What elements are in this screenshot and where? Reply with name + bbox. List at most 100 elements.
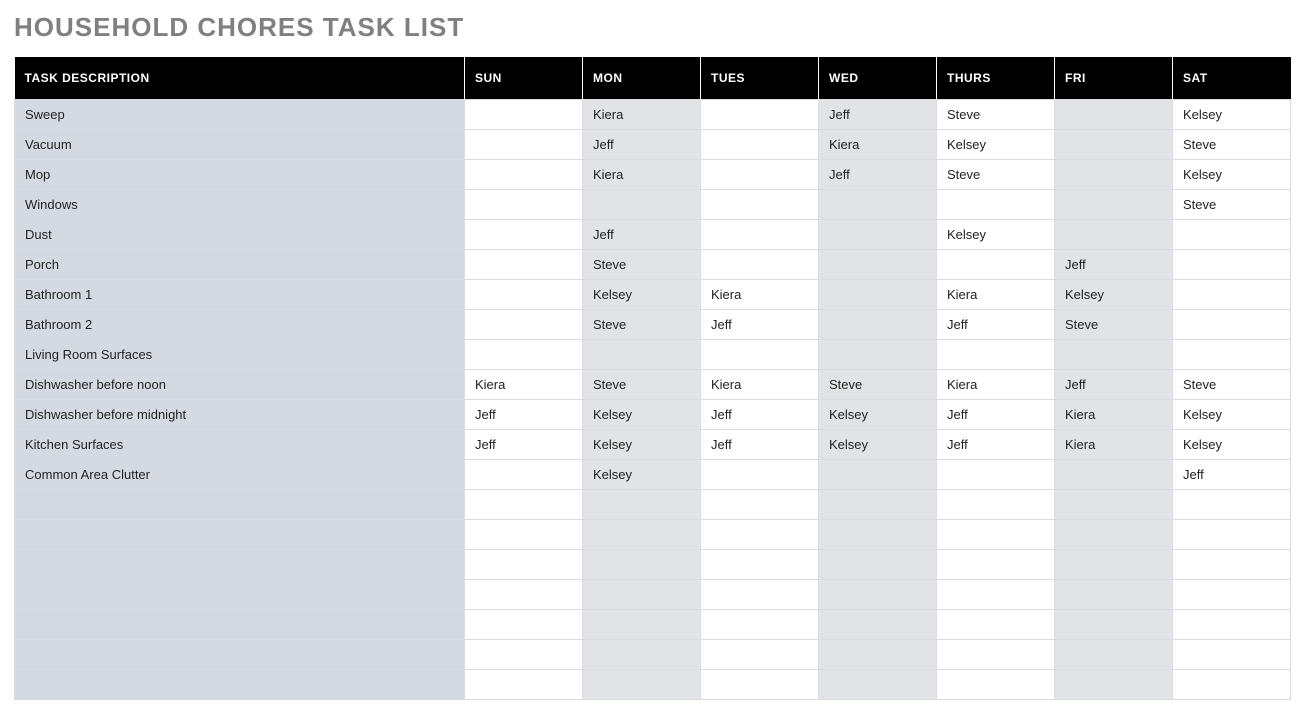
task-description-cell[interactable]: Mop bbox=[15, 160, 465, 190]
task-description-cell[interactable]: Bathroom 2 bbox=[15, 310, 465, 340]
assignment-cell[interactable]: Jeff bbox=[1173, 460, 1291, 490]
assignment-cell[interactable]: Steve bbox=[583, 310, 701, 340]
assignment-cell[interactable]: Kelsey bbox=[1173, 400, 1291, 430]
assignment-cell[interactable] bbox=[1173, 580, 1291, 610]
assignment-cell[interactable] bbox=[583, 610, 701, 640]
assignment-cell[interactable]: Kelsey bbox=[937, 130, 1055, 160]
assignment-cell[interactable] bbox=[1173, 610, 1291, 640]
assignment-cell[interactable]: Jeff bbox=[701, 430, 819, 460]
assignment-cell[interactable] bbox=[701, 100, 819, 130]
assignment-cell[interactable] bbox=[1055, 160, 1173, 190]
assignment-cell[interactable]: Kelsey bbox=[583, 430, 701, 460]
assignment-cell[interactable]: Kiera bbox=[1055, 400, 1173, 430]
assignment-cell[interactable] bbox=[465, 250, 583, 280]
assignment-cell[interactable] bbox=[819, 550, 937, 580]
assignment-cell[interactable] bbox=[1055, 130, 1173, 160]
assignment-cell[interactable]: Steve bbox=[819, 370, 937, 400]
assignment-cell[interactable]: Steve bbox=[583, 370, 701, 400]
assignment-cell[interactable]: Jeff bbox=[583, 220, 701, 250]
assignment-cell[interactable] bbox=[583, 190, 701, 220]
assignment-cell[interactable]: Jeff bbox=[701, 310, 819, 340]
assignment-cell[interactable] bbox=[701, 460, 819, 490]
assignment-cell[interactable] bbox=[583, 340, 701, 370]
task-description-cell[interactable] bbox=[15, 550, 465, 580]
task-description-cell[interactable]: Living Room Surfaces bbox=[15, 340, 465, 370]
assignment-cell[interactable]: Kelsey bbox=[1173, 100, 1291, 130]
assignment-cell[interactable] bbox=[1173, 250, 1291, 280]
assignment-cell[interactable]: Kiera bbox=[1055, 430, 1173, 460]
assignment-cell[interactable] bbox=[701, 670, 819, 700]
assignment-cell[interactable]: Steve bbox=[1173, 130, 1291, 160]
assignment-cell[interactable] bbox=[937, 670, 1055, 700]
assignment-cell[interactable]: Kiera bbox=[583, 160, 701, 190]
assignment-cell[interactable] bbox=[465, 160, 583, 190]
assignment-cell[interactable] bbox=[701, 340, 819, 370]
assignment-cell[interactable] bbox=[1055, 220, 1173, 250]
assignment-cell[interactable] bbox=[937, 190, 1055, 220]
assignment-cell[interactable] bbox=[465, 220, 583, 250]
assignment-cell[interactable] bbox=[701, 610, 819, 640]
assignment-cell[interactable]: Jeff bbox=[583, 130, 701, 160]
task-description-cell[interactable]: Sweep bbox=[15, 100, 465, 130]
task-description-cell[interactable]: Kitchen Surfaces bbox=[15, 430, 465, 460]
assignment-cell[interactable]: Kelsey bbox=[583, 460, 701, 490]
assignment-cell[interactable] bbox=[465, 460, 583, 490]
assignment-cell[interactable] bbox=[465, 280, 583, 310]
assignment-cell[interactable]: Kiera bbox=[701, 370, 819, 400]
assignment-cell[interactable]: Jeff bbox=[1055, 370, 1173, 400]
assignment-cell[interactable] bbox=[465, 520, 583, 550]
assignment-cell[interactable] bbox=[1055, 640, 1173, 670]
assignment-cell[interactable] bbox=[701, 130, 819, 160]
task-description-cell[interactable]: Windows bbox=[15, 190, 465, 220]
assignment-cell[interactable] bbox=[937, 580, 1055, 610]
assignment-cell[interactable] bbox=[819, 460, 937, 490]
assignment-cell[interactable]: Kiera bbox=[819, 130, 937, 160]
task-description-cell[interactable]: Common Area Clutter bbox=[15, 460, 465, 490]
assignment-cell[interactable] bbox=[465, 580, 583, 610]
assignment-cell[interactable]: Jeff bbox=[465, 400, 583, 430]
task-description-cell[interactable]: Bathroom 1 bbox=[15, 280, 465, 310]
assignment-cell[interactable] bbox=[1173, 220, 1291, 250]
assignment-cell[interactable] bbox=[937, 460, 1055, 490]
assignment-cell[interactable] bbox=[937, 610, 1055, 640]
assignment-cell[interactable] bbox=[1055, 550, 1173, 580]
task-description-cell[interactable]: Porch bbox=[15, 250, 465, 280]
assignment-cell[interactable]: Jeff bbox=[701, 400, 819, 430]
assignment-cell[interactable]: Kiera bbox=[465, 370, 583, 400]
assignment-cell[interactable] bbox=[1173, 280, 1291, 310]
assignment-cell[interactable] bbox=[1055, 610, 1173, 640]
assignment-cell[interactable] bbox=[819, 580, 937, 610]
assignment-cell[interactable] bbox=[937, 640, 1055, 670]
assignment-cell[interactable] bbox=[819, 340, 937, 370]
assignment-cell[interactable]: Kelsey bbox=[819, 400, 937, 430]
assignment-cell[interactable] bbox=[1173, 340, 1291, 370]
assignment-cell[interactable] bbox=[465, 310, 583, 340]
assignment-cell[interactable] bbox=[819, 520, 937, 550]
assignment-cell[interactable] bbox=[819, 610, 937, 640]
task-description-cell[interactable]: Dishwasher before midnight bbox=[15, 400, 465, 430]
assignment-cell[interactable] bbox=[1173, 310, 1291, 340]
assignment-cell[interactable] bbox=[1055, 190, 1173, 220]
assignment-cell[interactable] bbox=[1055, 670, 1173, 700]
assignment-cell[interactable]: Kiera bbox=[583, 100, 701, 130]
assignment-cell[interactable] bbox=[937, 550, 1055, 580]
assignment-cell[interactable] bbox=[937, 520, 1055, 550]
assignment-cell[interactable] bbox=[701, 490, 819, 520]
assignment-cell[interactable] bbox=[701, 580, 819, 610]
assignment-cell[interactable]: Steve bbox=[937, 160, 1055, 190]
assignment-cell[interactable]: Kelsey bbox=[1173, 430, 1291, 460]
assignment-cell[interactable]: Kiera bbox=[937, 280, 1055, 310]
assignment-cell[interactable]: Kelsey bbox=[583, 400, 701, 430]
assignment-cell[interactable] bbox=[701, 190, 819, 220]
task-description-cell[interactable]: Vacuum bbox=[15, 130, 465, 160]
assignment-cell[interactable] bbox=[465, 130, 583, 160]
assignment-cell[interactable] bbox=[583, 670, 701, 700]
assignment-cell[interactable]: Steve bbox=[1173, 190, 1291, 220]
assignment-cell[interactable]: Jeff bbox=[819, 160, 937, 190]
assignment-cell[interactable] bbox=[1173, 640, 1291, 670]
assignment-cell[interactable] bbox=[465, 550, 583, 580]
assignment-cell[interactable] bbox=[1173, 490, 1291, 520]
assignment-cell[interactable] bbox=[465, 190, 583, 220]
assignment-cell[interactable] bbox=[819, 220, 937, 250]
assignment-cell[interactable] bbox=[819, 310, 937, 340]
